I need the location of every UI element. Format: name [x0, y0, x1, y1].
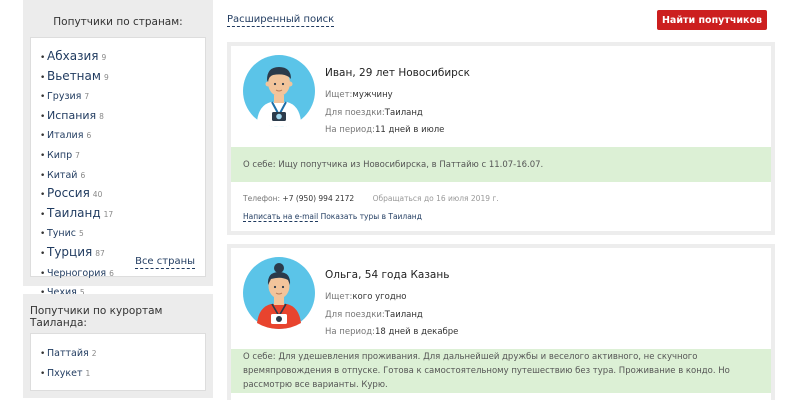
- all-countries-link[interactable]: Все страны: [135, 256, 195, 269]
- country-item[interactable]: • Грузия 7: [40, 86, 196, 106]
- period-label: На период:: [325, 327, 375, 337]
- find-companions-button[interactable]: Найти попутчиков: [657, 10, 767, 30]
- country-count: 8: [99, 111, 104, 121]
- bullet: •: [40, 72, 46, 83]
- bullet: •: [40, 170, 46, 181]
- resort-count: 1: [85, 368, 91, 378]
- seeks-field: Ищет:мужчину: [325, 90, 393, 100]
- country-item[interactable]: • Кипр 7: [40, 145, 196, 165]
- traveler-man-with-camera-icon: [243, 55, 315, 127]
- listing-card: Иван, 29 лет Новосибирск Ищет:мужчину Дл…: [227, 42, 775, 235]
- show-tours-link[interactable]: Показать туры в Таиланд: [321, 212, 422, 221]
- advanced-search-link[interactable]: Расширенный поиск: [227, 14, 335, 27]
- period-value: 11 дней в июле: [374, 125, 445, 135]
- country-name[interactable]: Россия: [47, 186, 90, 200]
- country-name[interactable]: Турция: [47, 245, 92, 259]
- bullet: •: [40, 131, 46, 142]
- country-count: 40: [92, 190, 103, 200]
- contact-deadline: Обращаться до 16 июля 2019 г.: [372, 194, 499, 203]
- resorts-list-container: • Паттайя 2 • Пхукет 1: [30, 333, 206, 391]
- sidebar: Попутчики по странам: • Абхазия 9 • Вьетнам 9…: [23, 0, 213, 398]
- trip-field: Для поездки:Таиланд: [325, 108, 423, 118]
- trip-label: Для поездки:: [325, 310, 385, 320]
- country-count: 17: [103, 209, 114, 219]
- countries-list-container: • Абхазия 9 • Вьетнам 9 • Грузия 7 • Испания 8 • Итал…: [30, 37, 206, 298]
- period-label: На период:: [325, 125, 375, 135]
- resort-count: 2: [91, 349, 97, 358]
- country-count: 6: [109, 268, 114, 278]
- country-count: 5: [79, 229, 84, 239]
- seeks-field: Ищет:кого угодно: [325, 292, 406, 302]
- trip-label: Для поездки:: [325, 108, 385, 118]
- bullet: •: [40, 368, 46, 379]
- seeks-value: кого угодно: [352, 292, 407, 302]
- bullet: •: [40, 248, 46, 259]
- seeks-label: Ищет:: [325, 90, 353, 100]
- bullet: •: [40, 268, 46, 279]
- period-value: 18 дней в декабре: [374, 327, 459, 337]
- country-name[interactable]: Испания: [47, 109, 96, 122]
- trip-value: Таиланд: [384, 310, 423, 320]
- period-field: На период:18 дней в декабре: [325, 327, 458, 337]
- country-name[interactable]: Италия: [47, 130, 83, 141]
- country-count: 87: [95, 248, 105, 258]
- country-name[interactable]: Китай: [47, 170, 77, 181]
- country-name[interactable]: Тунис: [47, 228, 76, 239]
- write-email-link[interactable]: Написать на e-mail: [243, 212, 319, 222]
- resort-name[interactable]: Пхукет: [47, 368, 83, 379]
- country-name[interactable]: Кипр: [47, 150, 72, 161]
- country-item[interactable]: • Абхазия 9: [40, 47, 196, 67]
- country-name[interactable]: Вьетнам: [47, 69, 101, 83]
- bullet: •: [40, 111, 46, 122]
- phone-value: +7 (950) 994 2172: [282, 194, 355, 203]
- trip-value: Таиланд: [384, 108, 423, 118]
- listing-card: Ольга, 54 года Казань Ищет:кого угодно Д…: [227, 244, 775, 400]
- about-text: О себе: Для удешевления проживания. Для …: [231, 349, 771, 393]
- country-count: 7: [84, 92, 90, 102]
- bullet: •: [40, 150, 46, 161]
- country-item[interactable]: • Испания 8: [40, 106, 196, 126]
- bullet: •: [40, 209, 46, 220]
- countries-panel-title: Попутчики по странам:: [53, 16, 183, 28]
- country-item[interactable]: • Италия 6: [40, 125, 196, 145]
- country-item[interactable]: • Тунис 5: [40, 223, 196, 243]
- resort-item[interactable]: • Пхукет 1: [40, 363, 196, 383]
- period-field: На период:11 дней в июле: [325, 125, 444, 135]
- bullet: •: [40, 349, 46, 359]
- seeks-label: Ищет:: [325, 292, 353, 302]
- country-item[interactable]: • Вьетнам 9: [40, 67, 196, 87]
- country-count: 9: [103, 72, 109, 82]
- country-count: 6: [86, 131, 92, 141]
- bullet: •: [40, 92, 46, 103]
- resort-item[interactable]: • Паттайя 2: [40, 343, 196, 363]
- contacts-row: Телефон: +7 (950) 994 2172 Обращаться до…: [243, 194, 499, 203]
- country-count: 9: [101, 53, 107, 62]
- about-text: О себе: Ищу попутчика из Новосибирска, в…: [231, 147, 771, 182]
- countries-panel: Попутчики по странам: • Абхазия 9 • Вьетнам 9…: [23, 0, 213, 298]
- resort-name[interactable]: Паттайя: [47, 348, 89, 359]
- resorts-list: • Паттайя 2 • Пхукет 1: [40, 343, 196, 382]
- country-count: 6: [80, 170, 86, 180]
- bullet: •: [40, 229, 46, 240]
- bullet: •: [40, 190, 46, 201]
- resorts-panel-title: Попутчики по курортам Таиланда:: [30, 305, 163, 329]
- country-count: 7: [75, 150, 80, 160]
- seeks-value: мужчину: [352, 90, 393, 100]
- country-name[interactable]: Абхазия: [47, 49, 98, 63]
- traveler-woman-with-camera-icon: [243, 257, 315, 329]
- country-name[interactable]: Таиланд: [47, 206, 101, 220]
- traveler-name: Ольга, 54 года Казань: [325, 269, 450, 281]
- country-item[interactable]: • Китай 6: [40, 165, 196, 185]
- card-links: Написать на e-mail Показать туры в Таила…: [243, 212, 422, 222]
- country-name[interactable]: Грузия: [47, 91, 81, 102]
- country-item[interactable]: • Таиланд 17: [40, 204, 196, 224]
- bullet: •: [40, 53, 46, 63]
- phone-label: Телефон:: [243, 194, 283, 203]
- traveler-name: Иван, 29 лет Новосибирск: [325, 67, 470, 79]
- country-item[interactable]: • Россия 40: [40, 184, 196, 204]
- country-name[interactable]: Черногория: [47, 268, 106, 279]
- trip-field: Для поездки:Таиланд: [325, 310, 423, 320]
- resorts-panel: Попутчики по курортам Таиланда: • Паттайя…: [23, 294, 213, 398]
